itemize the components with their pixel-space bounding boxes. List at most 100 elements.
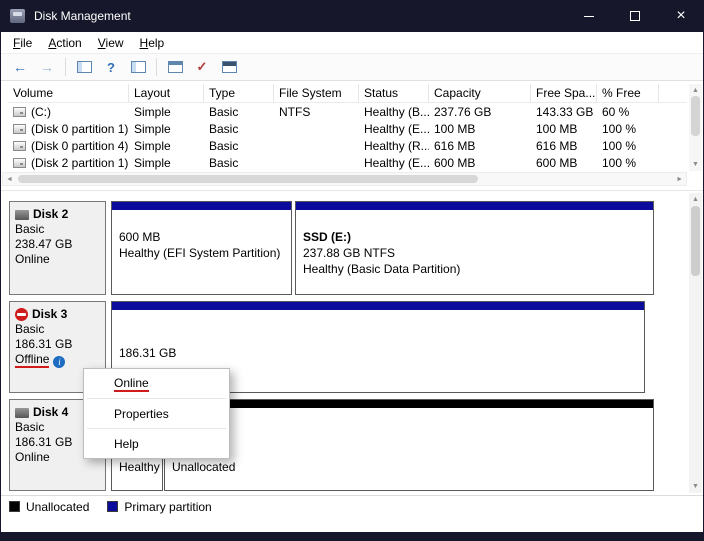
disk-state-offline[interactable]: Offline: [15, 352, 50, 368]
scroll-up-icon[interactable]: [692, 87, 699, 94]
offline-icon: [15, 308, 28, 321]
scroll-right-icon[interactable]: [676, 176, 683, 183]
primary-partition-swatch: [107, 501, 119, 512]
volume-row[interactable]: (Disk 2 partition 1) Simple Basic Health…: [8, 154, 687, 171]
volume-name: (Disk 2 partition 1): [31, 155, 129, 170]
disk-kind: Basic: [15, 322, 45, 336]
forward-icon[interactable]: [38, 58, 56, 76]
disk-name: Disk 4: [33, 405, 69, 419]
volume-name: (Disk 0 partition 1): [31, 121, 129, 136]
window-controls: [566, 0, 704, 32]
unallocated-label: Unallocated: [172, 460, 236, 474]
volume-free-space: 600 MB: [536, 155, 578, 170]
disk-2-label[interactable]: Disk 2 Basic 238.47 GB Online: [9, 201, 106, 295]
disk-kind: Basic: [15, 222, 45, 236]
volume-name: (C:): [31, 104, 51, 119]
scrollbar-thumb[interactable]: [18, 175, 478, 183]
volume-icon: [13, 140, 26, 151]
volume-pct-free: 100 %: [602, 121, 637, 136]
unallocated-bar: [165, 400, 653, 408]
column-header-pct-free[interactable]: % Free: [597, 84, 659, 102]
close-button[interactable]: [658, 0, 704, 32]
check-icon[interactable]: [193, 58, 211, 76]
volume-icon: [13, 157, 26, 168]
volume-row[interactable]: (Disk 0 partition 4) Simple Basic Health…: [8, 137, 687, 154]
toolbar-separator: [65, 58, 66, 76]
column-header-status[interactable]: Status: [359, 84, 429, 102]
volume-capacity: 237.76 GB: [434, 104, 492, 119]
volume-pct-free: 100 %: [602, 155, 637, 170]
console-tree-icon[interactable]: [75, 58, 93, 76]
scroll-down-icon[interactable]: [692, 483, 699, 490]
context-menu-item-help[interactable]: Help: [84, 429, 229, 458]
context-menu-item-properties[interactable]: Properties: [84, 399, 229, 428]
disk-2-partition-1[interactable]: 600 MB Healthy (EFI System Partition): [111, 201, 292, 295]
menu-file[interactable]: File: [5, 34, 40, 52]
properties-icon[interactable]: [220, 58, 238, 76]
volume-status: Healthy (E...: [364, 121, 429, 136]
partition-status: Healthy: [119, 460, 160, 474]
column-header-layout[interactable]: Layout: [129, 84, 204, 102]
volume-status: Healthy (E...: [364, 155, 429, 170]
volume-layout: Simple: [134, 155, 171, 170]
column-header-volume[interactable]: Volume: [8, 84, 129, 102]
back-icon[interactable]: [11, 58, 29, 76]
column-header-free-space[interactable]: Free Spa...: [531, 84, 597, 102]
titlebar: Disk Management: [0, 0, 704, 32]
legend-bar: Unallocated Primary partition: [1, 495, 703, 517]
volume-list-header: Volume Layout Type File System Status Ca…: [8, 84, 687, 103]
unallocated-swatch: [9, 501, 20, 512]
volume-pct-free: 100 %: [602, 138, 637, 153]
disk-size: 186.31 GB: [15, 337, 73, 351]
volume-file-system: NTFS: [279, 104, 311, 119]
close-icon: [676, 8, 685, 24]
dialog-glyph: [167, 61, 183, 73]
disk-name: Disk 2: [33, 207, 69, 221]
volume-file-system: [274, 120, 359, 137]
action-pane-glyph: [130, 61, 146, 73]
legend-label: Unallocated: [26, 499, 90, 514]
volume-row[interactable]: (Disk 0 partition 1) Simple Basic Health…: [8, 120, 687, 137]
context-menu-item-online[interactable]: Online: [84, 369, 229, 398]
disk-2-partition-2[interactable]: SSD (E:) 237.88 GB NTFS Healthy (Basic D…: [295, 201, 654, 295]
scrollbar-thumb[interactable]: [691, 96, 700, 136]
help-icon[interactable]: [102, 58, 120, 76]
toolbar: [1, 53, 703, 81]
disk-4-unallocated-region[interactable]: Unallocated: [164, 399, 654, 491]
volume-free-space: 616 MB: [536, 138, 578, 153]
menu-view[interactable]: View: [90, 34, 132, 52]
partition-size: 186.31 GB: [119, 346, 177, 360]
volume-layout: Simple: [134, 104, 171, 119]
action-pane-icon[interactable]: [129, 58, 147, 76]
volume-capacity: 100 MB: [434, 121, 476, 136]
scrollbar-thumb[interactable]: [691, 206, 700, 276]
disk-icon: [15, 209, 29, 220]
volume-list-vertical-scrollbar[interactable]: [689, 84, 702, 171]
volume-list: Volume Layout Type File System Status Ca…: [8, 84, 687, 171]
menu-help[interactable]: Help: [132, 34, 173, 52]
column-header-type[interactable]: Type: [204, 84, 274, 102]
scroll-left-icon[interactable]: [6, 176, 13, 183]
maximize-button[interactable]: [612, 0, 658, 32]
menu-action[interactable]: Action: [40, 34, 89, 52]
minimize-button[interactable]: [566, 0, 612, 32]
primary-partition-bar: [296, 202, 653, 210]
scroll-down-icon[interactable]: [692, 161, 699, 168]
column-header-capacity[interactable]: Capacity: [429, 84, 531, 102]
properties-menu-label: Properties: [114, 406, 169, 421]
graphical-view-vertical-scrollbar[interactable]: [689, 193, 702, 493]
menubar: File Action View Help: [1, 32, 703, 53]
column-header-filler: [659, 84, 687, 102]
volume-layout: Simple: [134, 138, 171, 153]
scroll-up-icon[interactable]: [692, 196, 699, 203]
dialog-icon[interactable]: [166, 58, 184, 76]
disk-2-strip: Disk 2 Basic 238.47 GB Online 600 MB Hea…: [9, 201, 669, 295]
volume-name: (Disk 0 partition 4): [31, 138, 129, 153]
context-menu: Online Properties Help: [83, 368, 230, 459]
column-header-file-system[interactable]: File System: [274, 84, 359, 102]
volume-capacity: 616 MB: [434, 138, 476, 153]
info-icon[interactable]: [53, 356, 66, 368]
volume-list-horizontal-scrollbar[interactable]: [2, 172, 687, 186]
volume-type: Basic: [209, 104, 239, 119]
volume-row[interactable]: (C:) Simple Basic NTFS Healthy (B... 237…: [8, 103, 687, 120]
